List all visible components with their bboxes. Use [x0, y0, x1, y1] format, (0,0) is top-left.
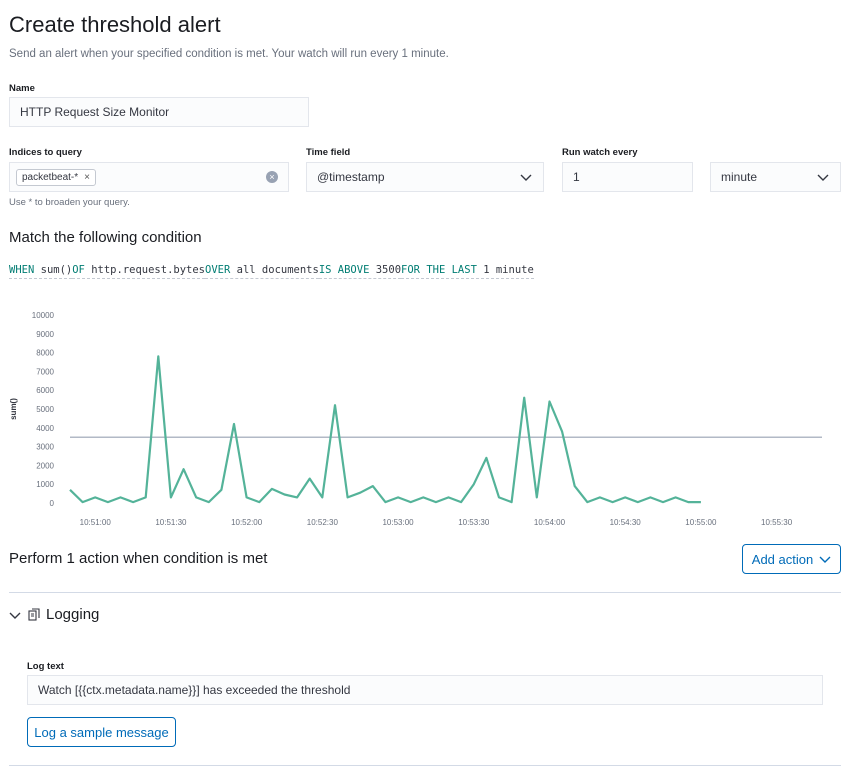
- log-sample-message-label: Log a sample message: [34, 724, 169, 740]
- x-tick-label: 10:55:30: [761, 518, 793, 527]
- expr-of[interactable]: OF http.request.bytes: [72, 264, 206, 279]
- y-tick-label: 2000: [36, 461, 54, 470]
- series-line: [69, 355, 701, 504]
- y-tick-label: 1000: [36, 480, 54, 489]
- x-tick-label: 10:52:00: [231, 518, 263, 527]
- x-tick-label: 10:51:30: [155, 518, 187, 527]
- y-tick-label: 0: [50, 499, 55, 508]
- logging-title: Logging: [46, 606, 100, 623]
- indices-help-text: Use * to broaden your query.: [9, 197, 130, 208]
- add-action-label: Add action: [751, 551, 814, 567]
- y-tick-label: 9000: [36, 330, 54, 339]
- page-title: Create threshold alert: [9, 12, 221, 37]
- page-subtitle: Send an alert when your specified condit…: [9, 48, 449, 60]
- y-tick-label: 8000: [36, 349, 54, 358]
- x-tick-label: 10:53:30: [458, 518, 490, 527]
- x-tick-label: 10:51:00: [80, 518, 112, 527]
- y-tick-label: 3000: [36, 443, 54, 452]
- chevron-down-icon: [9, 612, 21, 619]
- x-tick-label: 10:53:00: [382, 518, 414, 527]
- logging-icon: [28, 607, 40, 621]
- y-tick-label: 10000: [32, 311, 55, 320]
- y-axis-label: sum(): [9, 398, 18, 420]
- y-tick-label: 6000: [36, 386, 54, 395]
- chevron-down-icon: [817, 174, 829, 181]
- expr-threshold[interactable]: IS ABOVE 3500: [318, 264, 402, 279]
- logging-accordion-toggle[interactable]: Logging: [9, 606, 99, 623]
- condition-heading: Match the following condition: [9, 229, 202, 246]
- indices-combobox[interactable]: packetbeat-* × ×: [9, 162, 289, 192]
- run-interval-input[interactable]: 1: [562, 162, 693, 192]
- name-input[interactable]: HTTP Request Size Monitor: [9, 97, 309, 127]
- name-input-value: HTTP Request Size Monitor: [20, 105, 170, 119]
- chevron-down-icon: [819, 556, 831, 563]
- expr-over[interactable]: OVER all documents: [205, 264, 319, 279]
- indices-label: Indices to query: [9, 147, 82, 158]
- expr-time-window[interactable]: FOR THE LAST 1 minute: [401, 264, 534, 279]
- divider: [9, 592, 841, 593]
- log-text-value: Watch [{{ctx.metadata.name}}] has exceed…: [38, 683, 351, 697]
- time-field-value: @timestamp: [317, 170, 385, 184]
- index-pill: packetbeat-* ×: [16, 168, 96, 186]
- remove-pill-icon[interactable]: ×: [84, 172, 90, 183]
- name-label: Name: [9, 83, 35, 94]
- run-watch-label: Run watch every: [562, 147, 638, 158]
- chevron-down-icon: [520, 174, 532, 181]
- time-field-select[interactable]: @timestamp: [306, 162, 544, 192]
- x-tick-label: 10:54:00: [534, 518, 566, 527]
- log-sample-message-button[interactable]: Log a sample message: [27, 717, 176, 747]
- index-pill-label: packetbeat-*: [22, 171, 79, 183]
- x-tick-label: 10:54:30: [610, 518, 642, 527]
- threshold-chart: 1000090008000700060005000400030002000100…: [9, 311, 822, 527]
- time-field-label: Time field: [306, 147, 351, 158]
- run-unit-select[interactable]: minute: [710, 162, 841, 192]
- clear-icon[interactable]: ×: [266, 171, 278, 183]
- condition-expression: WHEN sum() OF http.request.bytes OVER al…: [9, 264, 534, 279]
- y-tick-label: 5000: [36, 405, 54, 414]
- x-tick-label: 10:52:30: [307, 518, 339, 527]
- expr-when[interactable]: WHEN sum(): [9, 264, 73, 279]
- divider: [9, 765, 841, 766]
- x-tick-label: 10:55:00: [685, 518, 717, 527]
- actions-heading: Perform 1 action when condition is met: [9, 550, 268, 567]
- run-unit-value: minute: [721, 170, 758, 184]
- log-text-label: Log text: [27, 661, 64, 672]
- log-text-input[interactable]: Watch [{{ctx.metadata.name}}] has exceed…: [27, 675, 823, 705]
- add-action-button[interactable]: Add action: [742, 544, 841, 574]
- y-tick-label: 4000: [36, 424, 54, 433]
- y-tick-label: 7000: [36, 367, 54, 376]
- run-interval-value: 1: [573, 170, 580, 184]
